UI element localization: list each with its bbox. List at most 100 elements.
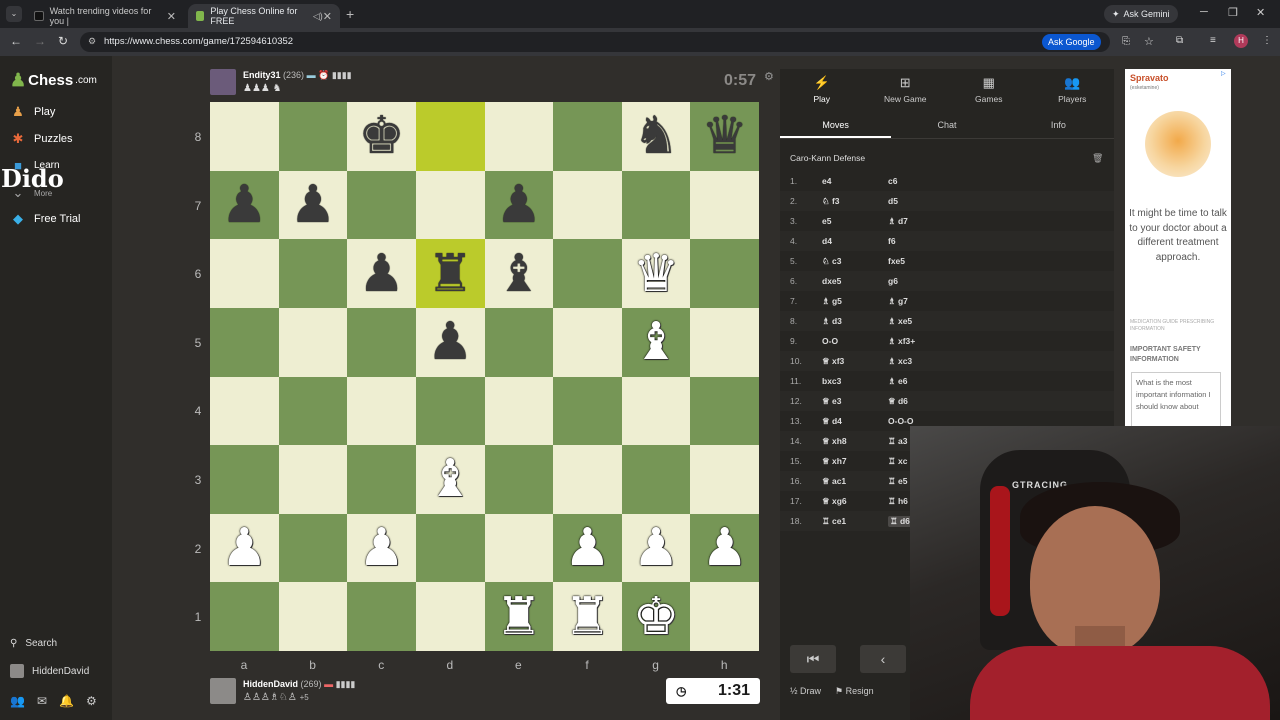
notifications-icon[interactable]: 🔔	[59, 694, 74, 708]
square-d4[interactable]	[415, 376, 485, 446]
square-d1[interactable]	[415, 582, 485, 651]
black-move[interactable]: ♖ e5	[888, 476, 907, 487]
white-move[interactable]: ♗ g5	[822, 296, 842, 307]
black-move[interactable]: ♗ e6	[888, 376, 907, 387]
square-f2[interactable]: ♟	[553, 513, 622, 583]
square-f7[interactable]	[553, 170, 622, 240]
white-move[interactable]: ♕ d4	[822, 416, 842, 427]
square-h5[interactable]	[690, 307, 759, 377]
sidebar-profile[interactable]: HiddenDavid	[10, 664, 89, 678]
subtab-info[interactable]: Info	[1003, 113, 1114, 138]
black-move[interactable]: ♗ xc3	[888, 356, 912, 367]
square-h6[interactable]	[690, 239, 759, 308]
square-h1[interactable]	[690, 582, 759, 651]
chrome-menu-icon[interactable]: ⋮	[1262, 35, 1272, 46]
extensions-icon[interactable]: ⧉	[1176, 35, 1183, 46]
square-g5[interactable]: ♝	[621, 307, 691, 377]
white-pawn-icon[interactable]: ♟	[358, 522, 405, 574]
square-c3[interactable]	[347, 445, 416, 514]
subtab-chat[interactable]: Chat	[891, 113, 1002, 138]
white-move[interactable]: e4	[822, 176, 831, 186]
black-move[interactable]: ♖ d6	[888, 516, 912, 527]
reload-icon[interactable]: ↻	[58, 34, 68, 48]
square-b8[interactable]	[278, 102, 348, 171]
square-c6[interactable]: ♟	[347, 239, 416, 308]
resign-button[interactable]: ⚑ Resign	[835, 686, 874, 697]
square-c7[interactable]	[347, 170, 416, 240]
black-rook-icon[interactable]: ♜	[427, 248, 474, 300]
square-b3[interactable]	[278, 445, 348, 514]
black-move[interactable]: g6	[888, 276, 898, 286]
white-rook-icon[interactable]: ♜	[564, 591, 611, 643]
ad-banner[interactable]: Spravato (esketamine) ▷ It might be time…	[1125, 69, 1231, 426]
friends-icon[interactable]: 👥	[10, 694, 25, 708]
black-move[interactable]: f6	[888, 236, 896, 246]
messages-icon[interactable]: ✉	[37, 694, 47, 708]
previous-move-icon[interactable]: ‹	[860, 645, 906, 673]
black-pawn-icon[interactable]: ♟	[427, 316, 474, 368]
site-info-icon[interactable]: ⚙	[88, 36, 96, 47]
white-move[interactable]: dxe5	[822, 276, 841, 286]
bookmark-star-icon[interactable]: ☆	[1144, 35, 1154, 48]
white-move[interactable]: ♘ f3	[822, 196, 840, 207]
square-e6[interactable]: ♝	[484, 239, 554, 308]
white-bishop-icon[interactable]: ♝	[427, 453, 474, 505]
black-pawn-icon[interactable]: ♟	[358, 248, 405, 300]
square-g4[interactable]	[621, 376, 691, 446]
square-f1[interactable]: ♜	[553, 582, 622, 651]
browser-tab-chess[interactable]: Play Chess Online for FREE ◁) ✕	[188, 4, 340, 28]
black-move[interactable]: c6	[888, 176, 897, 186]
square-b4[interactable]	[278, 376, 348, 446]
opening-name[interactable]: Caro-Kann Defense	[790, 153, 865, 163]
square-a3[interactable]	[210, 445, 279, 514]
ad-guide-links[interactable]: MEDICATION GUIDE PRESCRIBING INFORMATION	[1130, 319, 1226, 333]
square-d5[interactable]: ♟	[415, 307, 485, 377]
white-move[interactable]: O-O	[822, 336, 838, 346]
browser-tab-tiktok[interactable]: Watch trending videos for you | ✕	[26, 4, 184, 28]
avatar[interactable]	[210, 69, 236, 95]
square-h8[interactable]: ♛	[690, 102, 759, 171]
restore-icon[interactable]: ❐	[1228, 6, 1238, 19]
square-d8[interactable]	[415, 102, 485, 171]
back-icon[interactable]: ←	[10, 34, 22, 48]
square-c4[interactable]	[347, 376, 416, 446]
white-move[interactable]: ♕ xg6	[822, 496, 847, 507]
square-h3[interactable]	[690, 445, 759, 514]
subtab-moves[interactable]: Moves	[780, 113, 892, 138]
ad-choices-icon[interactable]: ▷	[1221, 70, 1226, 77]
square-b2[interactable]	[278, 513, 348, 583]
window-close-icon[interactable]: ✕	[1256, 6, 1265, 19]
square-c2[interactable]: ♟	[347, 513, 416, 583]
white-move[interactable]: ♕ xh7	[822, 456, 847, 467]
square-f5[interactable]	[553, 307, 622, 377]
square-a7[interactable]: ♟	[210, 170, 279, 240]
square-a5[interactable]	[210, 307, 279, 377]
white-bishop-icon[interactable]: ♝	[633, 316, 680, 368]
white-pawn-icon[interactable]: ♟	[564, 522, 611, 574]
white-move[interactable]: bxc3	[822, 376, 841, 386]
chess-logo[interactable]: ♟ Chess .com	[10, 70, 97, 91]
square-c5[interactable]	[347, 307, 416, 377]
sidebar-search[interactable]: ⚲ Search	[10, 638, 57, 649]
tab-games[interactable]: ▦ Games	[947, 69, 1031, 107]
square-c1[interactable]	[347, 582, 416, 651]
square-g7[interactable]	[621, 170, 691, 240]
square-g8[interactable]: ♞	[621, 102, 691, 171]
square-f6[interactable]	[553, 239, 622, 308]
square-h2[interactable]: ♟	[690, 513, 759, 583]
square-e5[interactable]	[484, 307, 554, 377]
url-text[interactable]: https://www.chess.com/game/172594610352	[104, 36, 293, 47]
top-player-name[interactable]: Endity31	[243, 70, 281, 80]
white-move[interactable]: ♖ ce1	[822, 516, 846, 527]
forward-icon[interactable]: →	[34, 34, 46, 48]
square-b1[interactable]	[278, 582, 348, 651]
square-g3[interactable]	[621, 445, 691, 514]
square-a8[interactable]	[210, 102, 279, 171]
square-d3[interactable]: ♝	[415, 445, 485, 514]
square-g2[interactable]: ♟	[621, 513, 691, 583]
square-a1[interactable]	[210, 582, 279, 651]
square-e3[interactable]	[484, 445, 554, 514]
bottom-player-name[interactable]: HiddenDavid	[243, 679, 298, 689]
sidebar-item-puzzles[interactable]: ✱ Puzzles	[10, 131, 73, 147]
square-f8[interactable]	[553, 102, 622, 171]
